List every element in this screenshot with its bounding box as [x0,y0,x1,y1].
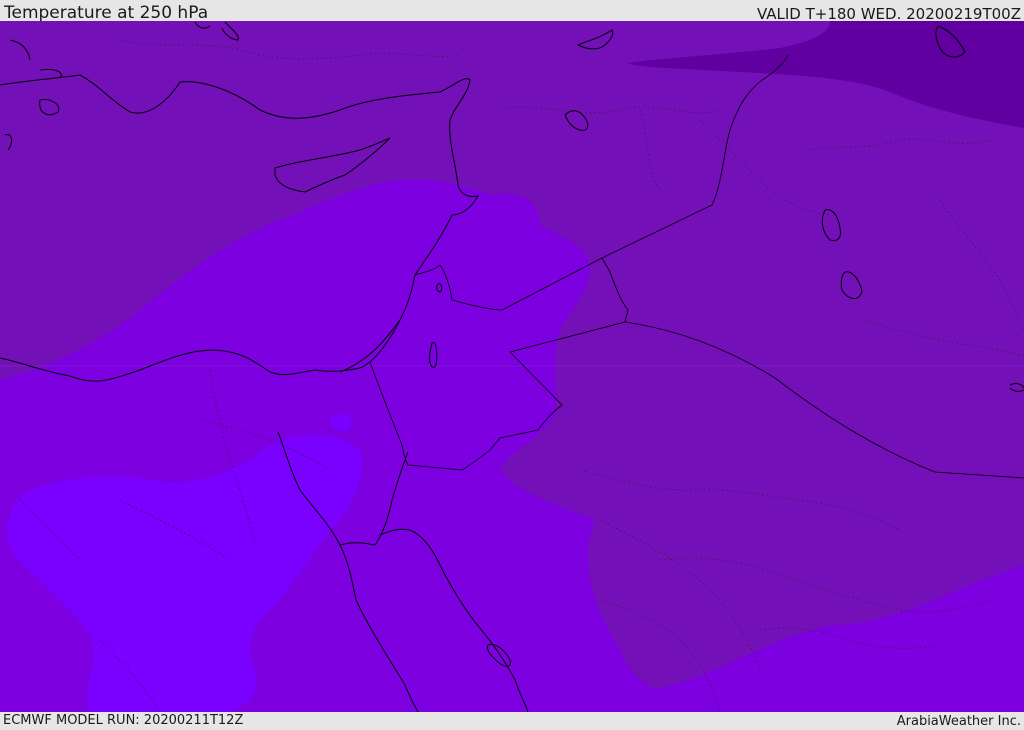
temperature-map [0,21,1024,712]
credit-label: ArabiaWeather Inc. [896,714,1021,729]
header-bar: Temperature at 250 hPa VALID T+180 WED. … [0,0,1024,23]
footer-bar: ECMWF MODEL RUN: 20200211T12Z ArabiaWeat… [0,712,1024,729]
map-title: Temperature at 250 hPa [4,3,209,23]
model-run: ECMWF MODEL RUN: 20200211T12Z [3,713,244,728]
